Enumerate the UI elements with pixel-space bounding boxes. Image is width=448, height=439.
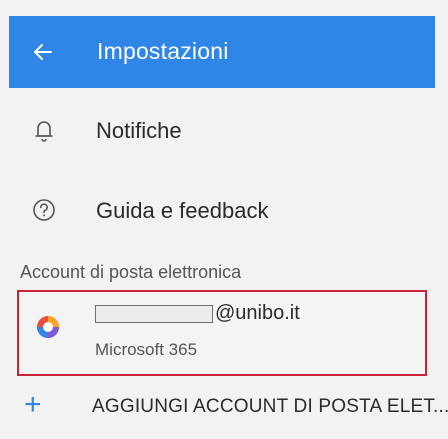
- redacted-username: [95, 304, 213, 323]
- account-provider: Microsoft 365: [95, 340, 198, 359]
- account-email: @unibo.it: [95, 302, 300, 325]
- page-title: Impostazioni: [97, 38, 229, 64]
- account-item[interactable]: @unibo.it Microsoft 365: [17, 290, 427, 376]
- help-circle-icon: [30, 196, 58, 224]
- add-account-button[interactable]: + AGGIUNGI ACCOUNT DI POSTA ELET...: [0, 388, 448, 436]
- back-arrow-icon[interactable]: [31, 40, 55, 64]
- add-account-label: AGGIUNGI ACCOUNT DI POSTA ELET...: [92, 396, 448, 417]
- menu-item-help-feedback[interactable]: Guida e feedback: [0, 182, 448, 238]
- plus-icon: +: [24, 388, 42, 421]
- office365-logo-icon: [35, 314, 61, 340]
- menu-item-label: Notifiche: [96, 118, 182, 143]
- app-bar: Impostazioni: [9, 16, 435, 88]
- bell-icon: [30, 116, 58, 144]
- email-domain: @unibo.it: [215, 302, 300, 324]
- menu-item-label: Guida e feedback: [96, 198, 269, 223]
- menu-item-notifications[interactable]: Notifiche: [0, 102, 448, 158]
- section-header-accounts: Account di posta elettronica: [20, 262, 242, 282]
